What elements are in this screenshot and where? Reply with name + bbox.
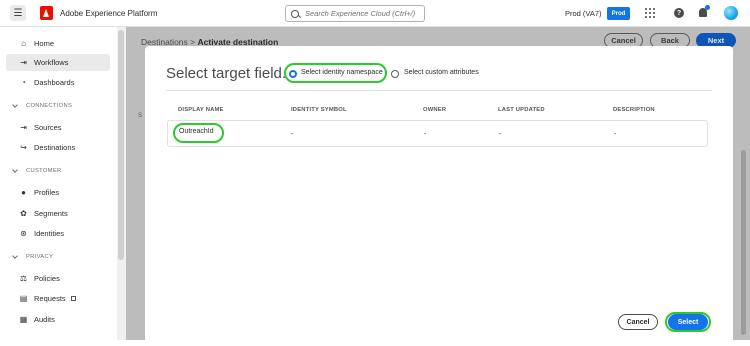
select-target-field-dialog: Select target field. Select identity nam… bbox=[145, 46, 733, 346]
radio-custom-attributes[interactable] bbox=[391, 70, 399, 78]
chevron-down-icon bbox=[12, 102, 18, 108]
app-title[interactable]: Adobe Experience Platform bbox=[60, 9, 157, 18]
app-switcher-icon[interactable] bbox=[645, 8, 655, 18]
sidebar-item-label: Destinations bbox=[34, 143, 76, 152]
section-customer[interactable]: CUSTOMER bbox=[12, 167, 62, 174]
segments-icon: ✿ bbox=[20, 209, 27, 218]
radio-identity-namespace-label[interactable]: Select identity namespace bbox=[301, 69, 383, 76]
sidebar-item-label: Sources bbox=[34, 123, 62, 132]
sidebar-item-profiles[interactable]: ● Profiles bbox=[6, 184, 110, 201]
chevron-down-icon bbox=[12, 167, 18, 173]
sidebar-item-policies[interactable]: ⚖ Policies bbox=[6, 270, 110, 287]
sidebar-item-label: Segments bbox=[34, 209, 68, 218]
org-switcher[interactable]: Prod (VA7) bbox=[565, 9, 602, 18]
column-header-display-name[interactable]: DISPLAY NAME bbox=[178, 107, 224, 113]
section-privacy[interactable]: PRIVACY bbox=[12, 253, 54, 260]
chevron-down-icon bbox=[12, 253, 18, 259]
sidebar-item-workflows[interactable]: ⇥ Workflows bbox=[6, 54, 110, 71]
column-header-description[interactable]: DESCRIPTION bbox=[613, 107, 655, 113]
workflows-icon: ⇥ bbox=[20, 58, 27, 67]
sidebar-item-label: Requests bbox=[34, 294, 66, 303]
sidebar-item-home[interactable]: ⌂ Home bbox=[6, 35, 110, 52]
sidebar-item-label: Dashboards bbox=[34, 78, 75, 87]
adobe-logo-icon[interactable] bbox=[40, 6, 53, 20]
sidebar-item-destinations[interactable]: ↪ Destinations bbox=[6, 139, 110, 156]
cell-owner: - bbox=[424, 131, 427, 138]
search-placeholder: Search Experience Cloud (Ctrl+/) bbox=[305, 9, 416, 18]
sidebar-item-requests[interactable]: ▤ Requests bbox=[6, 290, 110, 307]
sidebar-scrollbar-thumb[interactable] bbox=[118, 30, 124, 260]
background-text: S bbox=[138, 113, 143, 119]
sidebar-item-label: Profiles bbox=[34, 188, 60, 197]
audits-icon: ▦ bbox=[19, 315, 28, 324]
sidebar-item-dashboards[interactable]: ◔ Dashboards bbox=[6, 74, 110, 91]
sidebar-item-audits[interactable]: ▦ Audits bbox=[6, 311, 110, 328]
cell-last-updated: - bbox=[499, 131, 502, 138]
column-header-identity-symbol[interactable]: IDENTITY SYMBOL bbox=[291, 107, 347, 113]
sidebar-item-identities[interactable]: ⊛ Identities bbox=[6, 225, 110, 242]
dialog-cancel-button[interactable]: Cancel bbox=[618, 314, 658, 330]
external-link-icon bbox=[70, 296, 76, 301]
dialog-title: Select target field. bbox=[166, 65, 287, 82]
profiles-icon: ● bbox=[21, 188, 26, 197]
dashboards-icon: ◔ bbox=[21, 78, 26, 87]
radio-custom-attributes-label[interactable]: Select custom attributes bbox=[404, 69, 479, 76]
column-header-last-updated[interactable]: LAST UPDATED bbox=[498, 107, 545, 113]
search-icon bbox=[291, 9, 299, 18]
requests-icon: ▤ bbox=[19, 294, 28, 303]
sidebar-item-label: Identities bbox=[34, 229, 65, 238]
destinations-icon: ↪ bbox=[20, 143, 27, 152]
cell-display-name[interactable]: OutreachId bbox=[179, 128, 214, 135]
section-label: CONNECTIONS bbox=[26, 103, 73, 109]
help-icon[interactable]: ? bbox=[674, 8, 684, 18]
hamburger-menu-icon[interactable]: ☰ bbox=[10, 5, 26, 21]
sidebar-item-segments[interactable]: ✿ Segments bbox=[6, 205, 110, 222]
sidebar: ⌂ Home ⇥ Workflows ◔ Dashboards CONNECTI… bbox=[0, 27, 117, 340]
sidebar-item-sources[interactable]: ⇥ Sources bbox=[6, 119, 110, 136]
section-label: CUSTOMER bbox=[26, 168, 62, 174]
cell-description: - bbox=[614, 131, 617, 138]
column-header-owner[interactable]: OWNER bbox=[423, 107, 446, 113]
search-input[interactable]: Search Experience Cloud (Ctrl+/) bbox=[285, 5, 425, 22]
policies-icon: ⚖ bbox=[19, 274, 28, 283]
home-icon: ⌂ bbox=[21, 39, 26, 48]
sources-icon: ⇥ bbox=[20, 123, 27, 132]
sidebar-item-label: Policies bbox=[34, 274, 60, 283]
section-connections[interactable]: CONNECTIONS bbox=[12, 102, 73, 109]
sidebar-item-label: Audits bbox=[34, 315, 55, 324]
divider bbox=[166, 90, 712, 91]
select-button[interactable]: Select bbox=[668, 314, 708, 330]
sandbox-badge[interactable]: Prod bbox=[607, 7, 630, 20]
radio-identity-namespace[interactable] bbox=[289, 70, 297, 78]
sidebar-item-label: Workflows bbox=[34, 58, 69, 67]
identities-icon: ⊛ bbox=[20, 229, 27, 238]
avatar[interactable] bbox=[724, 6, 738, 20]
table-row[interactable] bbox=[167, 120, 708, 147]
notification-dot bbox=[705, 5, 710, 10]
cell-identity-symbol: - bbox=[291, 131, 294, 138]
main-scrollbar[interactable] bbox=[741, 150, 746, 335]
sidebar-item-label: Home bbox=[34, 39, 55, 48]
section-label: PRIVACY bbox=[26, 254, 54, 260]
